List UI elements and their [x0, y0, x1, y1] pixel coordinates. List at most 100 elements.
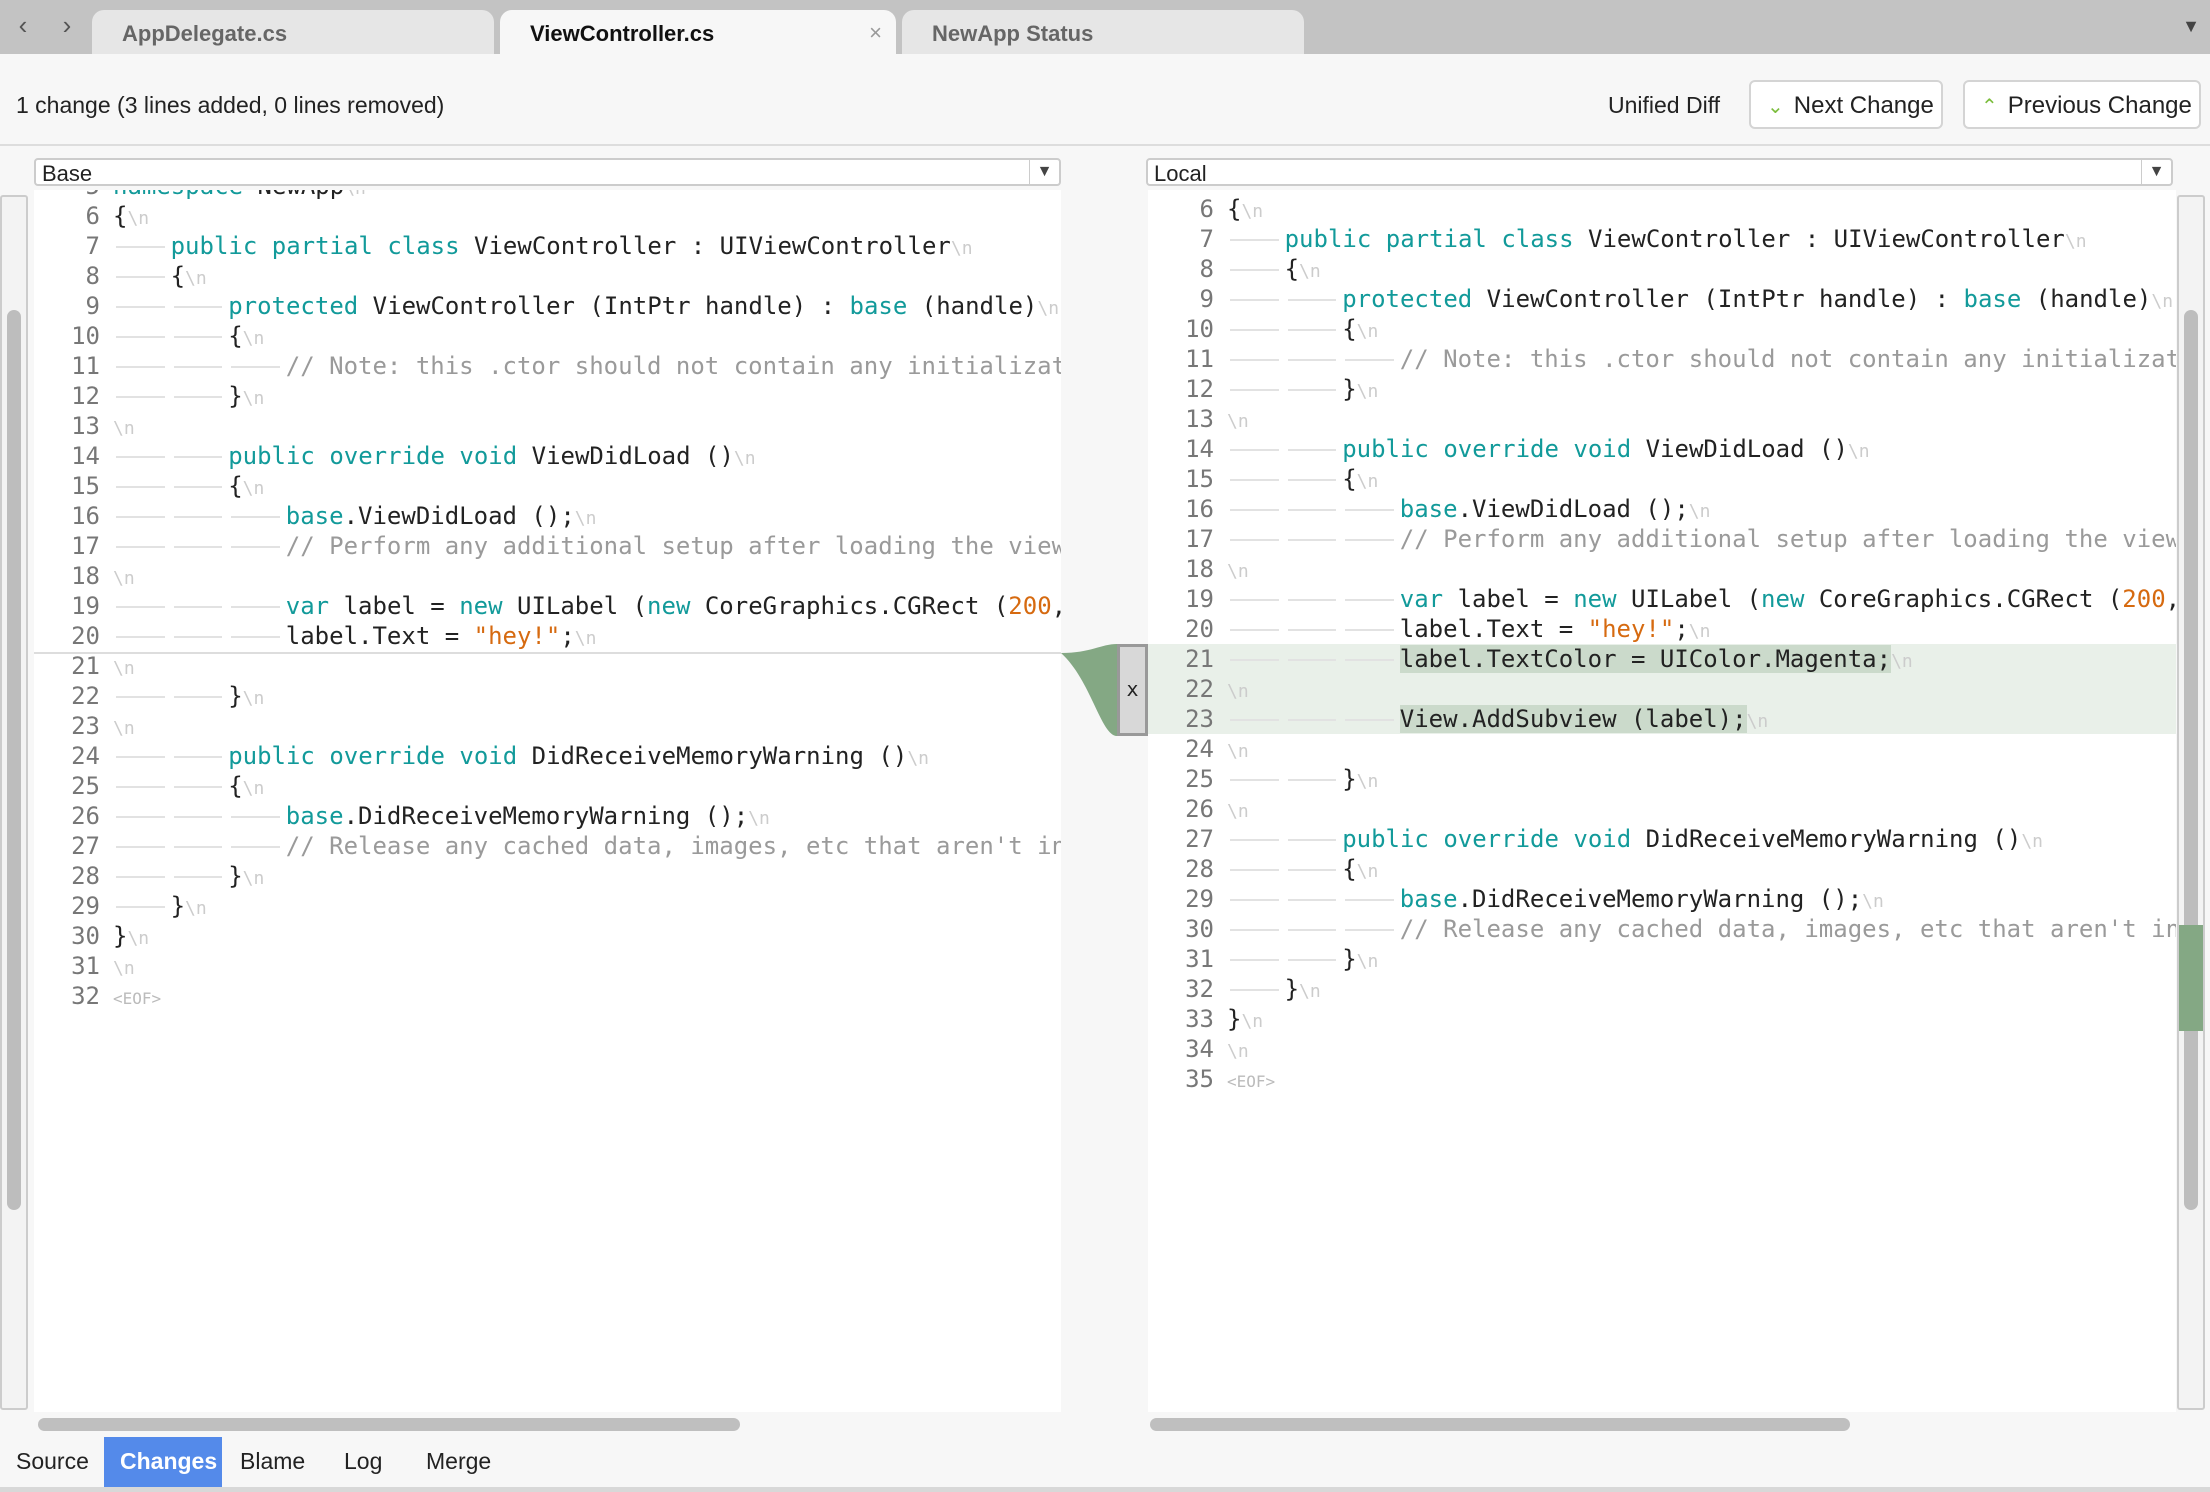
- line-number: 26: [1185, 795, 1214, 823]
- indent-marker: [1227, 494, 1285, 524]
- line-code: // Perform any additional setup after lo…: [113, 531, 1061, 561]
- tab-log[interactable]: Log: [328, 1437, 398, 1487]
- tab-merge[interactable]: Merge: [410, 1437, 507, 1487]
- indent-marker: [1227, 344, 1285, 374]
- newline-marker: \n: [1299, 981, 1321, 1002]
- line-number: 9: [1199, 285, 1214, 313]
- line-number: 26: [71, 802, 100, 830]
- newline-marker: \n: [2151, 291, 2174, 312]
- line-number: 32: [1185, 975, 1214, 1003]
- line-content: label.TextColor = UIColor.Magenta;: [1399, 645, 1892, 673]
- indent-marker: [1227, 614, 1285, 644]
- indent-marker: [171, 501, 229, 531]
- scroll-thumb[interactable]: [2184, 310, 2198, 1210]
- tab-appdelegate[interactable]: AppDelegate.cs: [92, 10, 494, 54]
- back-button[interactable]: ‹: [8, 10, 38, 41]
- close-tab-icon[interactable]: ×: [869, 20, 882, 46]
- line-code: }\n: [1227, 764, 1378, 797]
- line-number: 8: [1199, 255, 1214, 283]
- line-number: 24: [1185, 735, 1214, 763]
- code-token: ;: [1674, 615, 1689, 643]
- indent-marker: [1227, 884, 1285, 914]
- indent-marker: [113, 531, 171, 561]
- bottom-divider: [0, 1487, 2210, 1492]
- line-code: // Note: this .ctor should not contain a…: [113, 351, 1061, 381]
- line-code: var label = new UILabel (new CoreGraphic…: [113, 591, 1061, 621]
- indent-marker: [1227, 584, 1285, 614]
- newline-marker: \n: [1356, 771, 1379, 792]
- code-token: protected: [228, 292, 359, 320]
- indent-marker: [1227, 944, 1285, 974]
- line-code: // Release any cached data, images, etc …: [1227, 914, 2176, 944]
- line-number: 12: [1185, 375, 1214, 403]
- code-token: ;: [560, 622, 575, 650]
- newline-marker: \n: [1891, 651, 1913, 672]
- code-line: 13 \n: [34, 411, 1061, 441]
- forward-button[interactable]: ›: [52, 10, 82, 41]
- code-token: }: [113, 922, 128, 950]
- tab-newapp-status[interactable]: NewApp Status: [902, 10, 1304, 54]
- code-line: 25 {\n: [34, 771, 1061, 801]
- line-number: 16: [71, 502, 100, 530]
- previous-change-button[interactable]: ⌃ Previous Change: [1963, 80, 2201, 129]
- line-code: \n: [1227, 554, 1249, 587]
- local-code-pane[interactable]: 6 {\n 7 public partial class ViewController…: [1148, 190, 2176, 1412]
- code-token: {: [1284, 255, 1300, 283]
- tab-blame[interactable]: Blame: [224, 1437, 321, 1487]
- code-token: {: [1342, 855, 1357, 883]
- local-version-select[interactable]: Local ▼: [1146, 158, 2173, 186]
- tab-changes[interactable]: Changes: [104, 1437, 222, 1487]
- right-horizontal-scrollbar[interactable]: [1150, 1418, 1850, 1431]
- right-vertical-scrollbar[interactable]: [2177, 195, 2205, 1410]
- line-number: 28: [71, 862, 100, 890]
- tab-source[interactable]: Source: [0, 1437, 105, 1487]
- code-token: label.Text =: [1399, 615, 1588, 643]
- indent-marker: [113, 291, 171, 321]
- scroll-thumb[interactable]: [7, 310, 21, 1210]
- line-code: }\n: [1227, 974, 1321, 1007]
- line-content: }: [1342, 945, 1356, 973]
- unified-diff-toggle[interactable]: Unified Diff: [1608, 92, 1720, 119]
- line-content: }: [1342, 375, 1356, 403]
- tab-overflow-menu-icon[interactable]: ▼: [2182, 16, 2200, 37]
- code-token: new: [1573, 585, 1617, 613]
- line-code: {\n: [1227, 254, 1321, 287]
- indent-marker: [228, 531, 286, 561]
- line-number: 11: [1185, 345, 1214, 373]
- code-token: label.TextColor = UIColor.Magenta;: [1399, 645, 1892, 673]
- newline-marker: \n: [242, 868, 265, 889]
- code-line: 15 {\n: [1148, 464, 2176, 494]
- line-content: // Perform any additional setup after lo…: [286, 532, 1061, 560]
- indent-marker: [1285, 524, 1343, 554]
- line-number: 14: [1185, 435, 1214, 463]
- newline-marker: \n: [1356, 321, 1379, 342]
- line-code: }\n: [113, 681, 264, 714]
- line-content: protected ViewController (IntPtr handle)…: [1342, 285, 2151, 313]
- line-code: {\n: [1227, 854, 1378, 887]
- indent-marker: [1227, 524, 1285, 554]
- code-line: 24 public override void DidReceiveMemoryW…: [34, 741, 1061, 771]
- change-marker[interactable]: [2179, 925, 2203, 1031]
- base-version-select[interactable]: Base ▼: [34, 158, 1061, 186]
- line-number: 11: [71, 352, 100, 380]
- revert-change-button[interactable]: x: [1117, 644, 1148, 736]
- code-token: ViewDidLoad (): [517, 442, 734, 470]
- base-code-pane[interactable]: 5namespace NewApp\n6{\n7public partial c…: [34, 190, 1061, 1412]
- next-change-button[interactable]: ⌄ Next Change: [1749, 80, 1943, 129]
- tab-viewcontroller[interactable]: ViewController.cs ×: [500, 10, 896, 54]
- divider: [0, 144, 2210, 146]
- indent-marker: [171, 801, 229, 831]
- line-code: \n: [113, 651, 135, 684]
- indent-marker: [1227, 974, 1285, 1004]
- line-content: protected ViewController (IntPtr handle)…: [228, 292, 1037, 320]
- line-content: // Release any cached data, images, etc …: [1400, 915, 2176, 943]
- line-code: {\n: [1227, 464, 1378, 497]
- connector-shape: [1061, 644, 1117, 736]
- line-content: public override void ViewDidLoad (): [1342, 435, 1848, 463]
- left-vertical-scrollbar[interactable]: [0, 195, 28, 1410]
- line-content: {: [228, 472, 242, 500]
- indent-marker: [171, 471, 229, 501]
- left-horizontal-scrollbar[interactable]: [38, 1418, 740, 1431]
- code-line: 17 // Perform any additional setup after …: [34, 531, 1061, 561]
- code-line: 18 \n: [34, 561, 1061, 591]
